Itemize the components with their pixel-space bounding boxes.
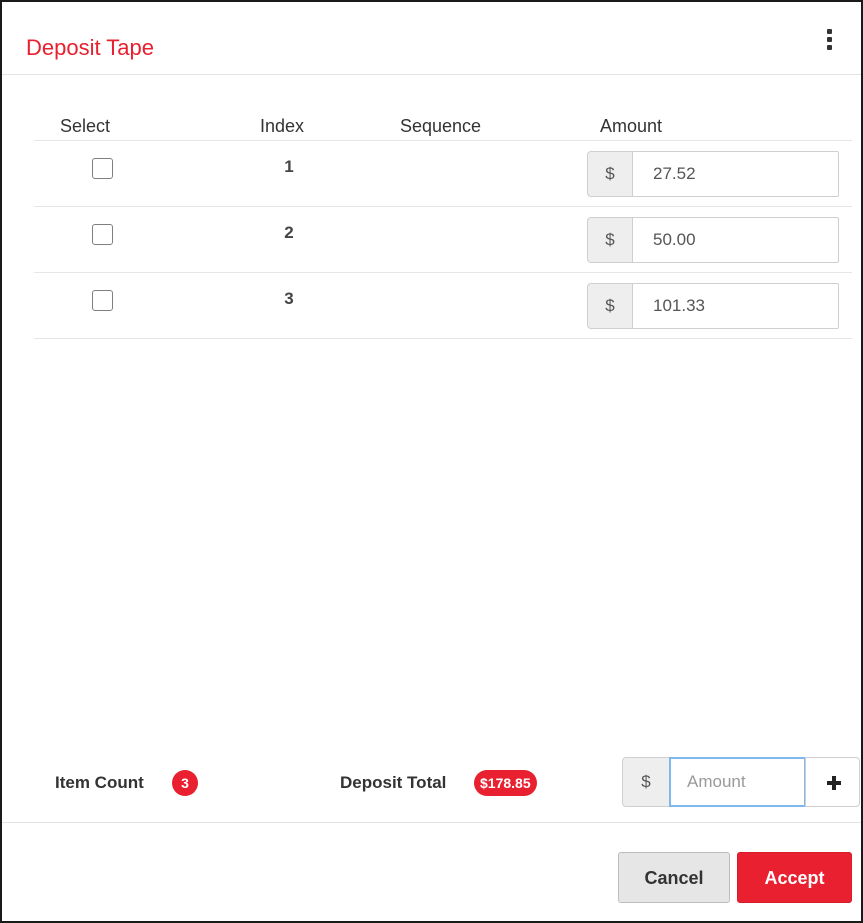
row-select-checkbox[interactable] [92,290,113,311]
row-select-checkbox[interactable] [92,158,113,179]
row-index: 2 [284,223,294,242]
row-divider [34,338,852,339]
cancel-button[interactable]: Cancel [618,852,730,903]
currency-addon: $ [587,151,633,197]
new-amount-group: $ [622,757,860,807]
row-amount-input[interactable] [632,283,839,329]
accept-button[interactable]: Accept [737,852,852,903]
currency-addon: $ [587,217,633,263]
dialog-header: Deposit Tape [2,2,861,75]
column-header-sequence: Sequence [400,116,482,136]
column-header-select: Select [60,116,111,136]
deposit-total-badge: $178.85 [474,770,537,796]
row-amount-input[interactable] [632,151,839,197]
column-header-amount: Amount [600,116,663,136]
currency-addon: $ [622,757,670,807]
add-amount-button[interactable] [805,757,860,807]
currency-addon: $ [587,283,633,329]
row-select-checkbox[interactable] [92,224,113,245]
row-index: 3 [284,289,294,308]
item-count-badge: 3 [172,770,198,796]
dialog-title: Deposit Tape [26,35,155,60]
row-amount-input[interactable] [632,217,839,263]
amount-input[interactable] [669,757,806,807]
kebab-menu-icon[interactable] [817,26,841,54]
row-amount-group: $ [587,151,839,197]
deposit-total-label: Deposit Total [340,773,447,792]
row-index: 1 [284,157,294,176]
table-row: 1 $ [34,141,852,207]
table-row: 2 $ [34,207,852,273]
item-count-label: Item Count [55,773,144,792]
footer-divider [2,822,861,823]
row-amount-group: $ [587,283,839,329]
column-header-index: Index [260,116,305,136]
deposit-tape-dialog: Deposit Tape Select Index Sequence Amoun… [0,0,863,923]
row-amount-group: $ [587,217,839,263]
table-row: 3 $ [34,273,852,339]
